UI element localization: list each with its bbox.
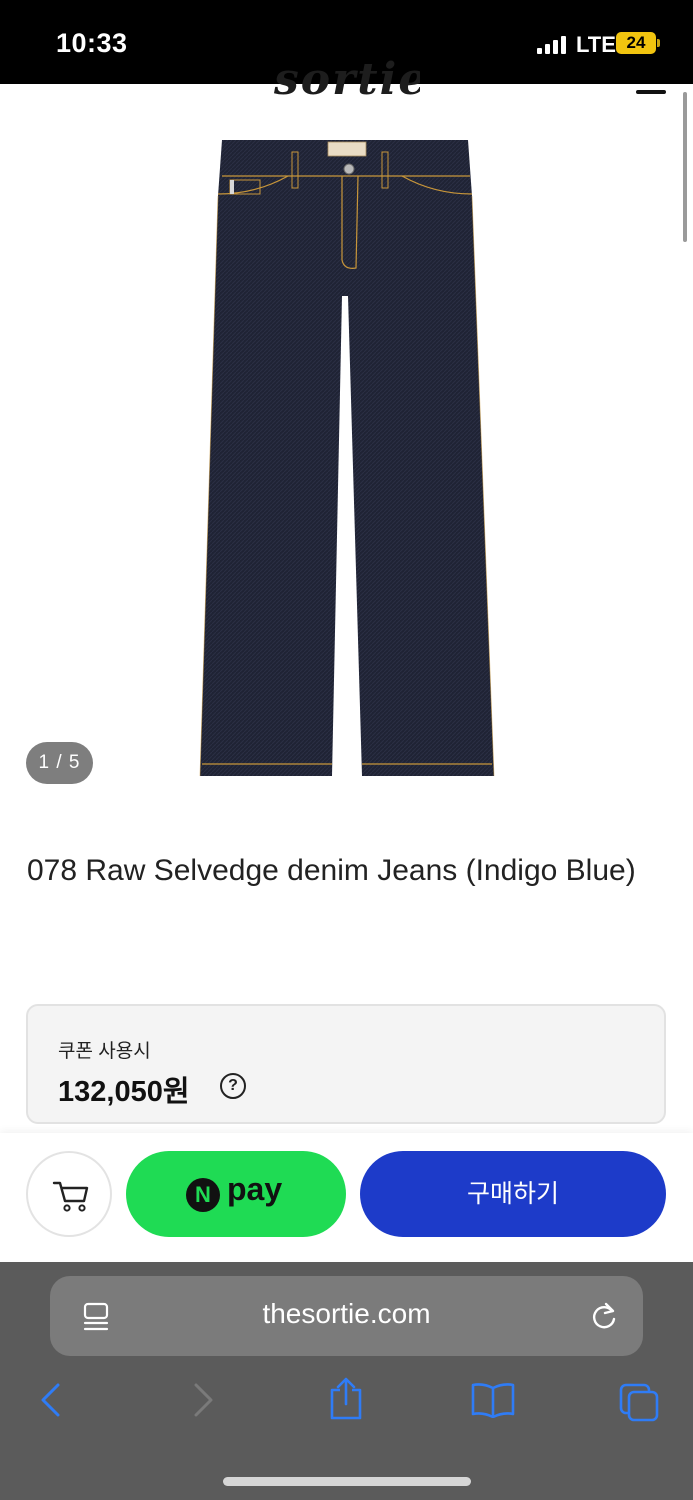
help-icon[interactable]: ? (220, 1073, 246, 1099)
browser-toolbar: thesortie.com (0, 1262, 693, 1500)
battery-level: 24 (626, 33, 646, 52)
url-text: thesortie.com (262, 1298, 431, 1329)
forward-icon[interactable] (188, 1382, 216, 1418)
image-counter: 1 / 5 (26, 742, 93, 784)
hamburger-menu-icon[interactable] (636, 84, 666, 98)
back-icon[interactable] (38, 1382, 66, 1418)
site-logo[interactable]: sortie (270, 54, 420, 100)
tabs-icon[interactable] (618, 1382, 660, 1422)
coupon-label: 쿠폰 사용시 (58, 1041, 151, 1062)
share-icon[interactable] (328, 1376, 364, 1420)
cellular-signal-icon (537, 36, 569, 54)
npay-button[interactable]: N pay (126, 1151, 346, 1237)
cart-icon (52, 1181, 89, 1212)
battery-icon: 24 (616, 32, 656, 54)
battery-nub (657, 39, 660, 47)
purchase-action-bar: N pay 구매하기 (0, 1133, 693, 1263)
npay-label: pay (227, 1171, 283, 1207)
buy-button[interactable]: 구매하기 (360, 1151, 666, 1237)
status-time: 10:33 (56, 28, 128, 58)
coupon-price: 132,050원 (58, 1076, 190, 1108)
product-page: 10:33 LTE 24 sortie 1 / 5 078 Raw Selved… (0, 0, 693, 1500)
npay-logo-icon: N (186, 1178, 220, 1212)
logo-text: sortie (274, 54, 420, 100)
bookmarks-icon[interactable] (470, 1382, 516, 1418)
scrollbar[interactable] (683, 92, 687, 242)
reload-icon[interactable] (590, 1302, 618, 1332)
product-image[interactable] (196, 136, 500, 778)
network-type: LTE (576, 32, 616, 57)
home-indicator (223, 1477, 471, 1486)
address-bar[interactable]: thesortie.com (50, 1276, 643, 1356)
product-title: 078 Raw Selvedge denim Jeans (Indigo Blu… (27, 854, 636, 887)
coupon-price-box: 쿠폰 사용시 132,050원 ? (26, 1004, 666, 1124)
cart-button[interactable] (26, 1151, 112, 1237)
